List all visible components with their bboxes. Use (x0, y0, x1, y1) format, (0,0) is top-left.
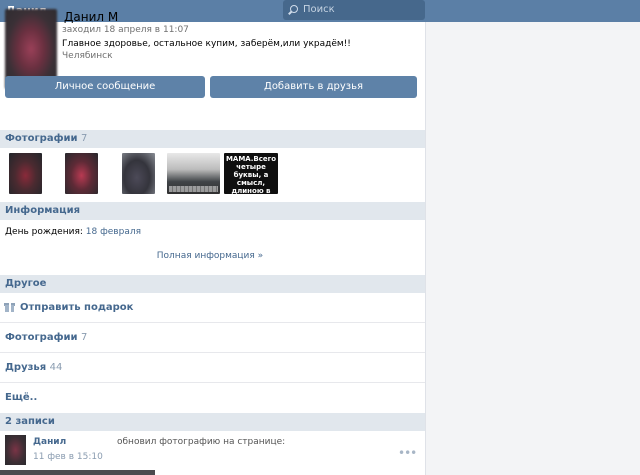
photo-thumbnail[interactable] (65, 153, 98, 194)
profile-status: Главное здоровье, остальное купим, забер… (62, 39, 351, 49)
birthday-info: День рождения: 18 февраля (5, 227, 141, 237)
friends-link-label: Друзья 44 (5, 362, 63, 373)
search-icon (290, 5, 298, 13)
photo-thumbnail[interactable] (122, 153, 155, 194)
post-author-avatar[interactable] (5, 435, 26, 465)
gift-icon (4, 302, 15, 312)
photos-section-header[interactable]: Фотографии 7 (0, 130, 425, 148)
post-image[interactable] (0, 470, 155, 475)
photo-thumbnail[interactable] (9, 153, 42, 194)
friends-link-row[interactable]: Друзья 44 (0, 353, 425, 383)
send-gift-label: Отправить подарок (20, 302, 134, 313)
photos-section-count: 7 (81, 133, 88, 144)
search-box[interactable]: Поиск (283, 0, 425, 20)
other-section-header: Другое (0, 275, 425, 293)
photos-link-row[interactable]: Фотографии 7 (0, 323, 425, 353)
info-section-header: Информация (0, 202, 425, 220)
full-info-link[interactable]: Полная информация » (0, 251, 420, 261)
posts-section-header: 2 записи (0, 413, 425, 431)
photo-caption-strip (169, 186, 218, 192)
message-button[interactable]: Личное сообщение (5, 76, 205, 98)
add-friend-button[interactable]: Добавить в друзья (210, 76, 417, 98)
photo-thumbnail-text[interactable]: МАМА.Всего четыре буквы, а смысл, длиною… (224, 153, 278, 194)
post-date-link[interactable]: 11 фев в 15:10 (33, 452, 103, 462)
more-options-icon[interactable]: ••• (398, 446, 417, 460)
last-seen: заходил 18 апреля в 11:07 (62, 25, 189, 35)
photos-section-title: Фотографии (5, 133, 78, 144)
profile-city[interactable]: Челябинск (62, 51, 113, 61)
more-link-label: Ещё.. (5, 392, 38, 403)
post-author-link[interactable]: Данил (33, 437, 66, 447)
right-empty-area (425, 22, 640, 475)
send-gift-row[interactable]: Отправить подарок (0, 293, 425, 323)
photos-link-label: Фотографии 7 (5, 332, 88, 343)
post-action-text: обновил фотографию на странице: (117, 437, 286, 447)
birthday-value[interactable]: 18 февраля (86, 227, 141, 237)
profile-name: Данил М (64, 10, 119, 24)
birthday-label: День рождения: (5, 227, 83, 237)
search-input[interactable]: Поиск (303, 4, 335, 15)
more-link-row[interactable]: Ещё.. (0, 383, 425, 413)
photo-thumbnail[interactable] (167, 153, 220, 194)
